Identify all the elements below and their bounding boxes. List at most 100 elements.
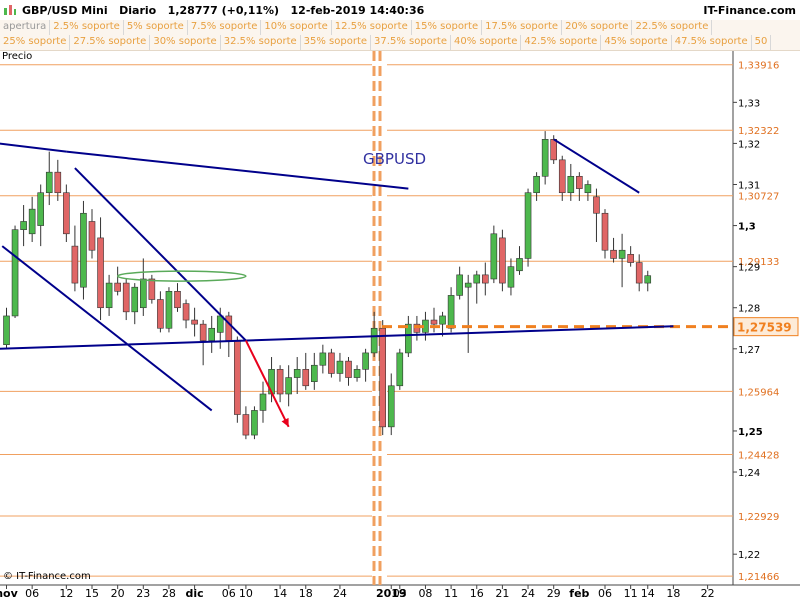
candle-body[interactable] (208, 327, 215, 341)
candle-body[interactable] (558, 159, 566, 194)
candle-body[interactable] (165, 290, 173, 329)
candle-body[interactable] (576, 175, 583, 189)
date-tick-label: 08 (418, 587, 432, 600)
candle-body[interactable] (370, 327, 378, 354)
candle-body[interactable] (490, 233, 498, 280)
candle-body[interactable] (507, 266, 515, 288)
candle-body[interactable] (584, 184, 592, 194)
date-tick-label: 14 (273, 587, 287, 600)
date-tick-label: 18 (666, 587, 680, 600)
candle-body[interactable] (199, 323, 207, 341)
candle-body[interactable] (80, 212, 87, 288)
candle-body[interactable] (618, 249, 626, 259)
candle-body[interactable] (533, 175, 540, 194)
candle-body[interactable] (405, 323, 412, 354)
date-tick-label: 10 (239, 587, 253, 600)
price-tick-label: 1,24 (738, 468, 760, 479)
date-tick-label: 24 (333, 587, 347, 600)
candle-body[interactable] (396, 352, 404, 387)
candle-body[interactable] (225, 315, 233, 341)
candle-body[interactable] (131, 286, 139, 313)
candle-body[interactable] (567, 175, 575, 194)
date-tick-label: 20 (111, 587, 125, 600)
trendline[interactable] (0, 325, 674, 350)
candle-body[interactable] (251, 410, 258, 436)
date-tick-label: 29 (547, 587, 561, 600)
candle-body[interactable] (242, 414, 250, 436)
candle-body[interactable] (97, 237, 104, 309)
candle-body[interactable] (524, 192, 532, 259)
candle-body[interactable] (362, 352, 369, 370)
level-label: 1,24428 (738, 450, 779, 461)
candle-body[interactable] (114, 282, 121, 292)
candle-body[interactable] (285, 377, 292, 395)
candle-body[interactable] (174, 290, 181, 309)
date-tick-label: dic (186, 587, 204, 600)
candle-body[interactable] (54, 171, 62, 194)
candle-body[interactable] (234, 340, 241, 415)
candle-body[interactable] (140, 278, 147, 309)
trendline[interactable] (0, 142, 67, 153)
candle-body[interactable] (3, 315, 10, 346)
price-tick-label: 1,27 (738, 345, 760, 356)
candle-body[interactable] (71, 245, 79, 284)
candle-body[interactable] (11, 229, 19, 317)
candle-body[interactable] (191, 319, 198, 325)
price-tick-label: 1,28 (738, 304, 760, 315)
candle-body[interactable] (122, 282, 130, 313)
trendline[interactable] (553, 138, 640, 194)
candle-body[interactable] (105, 282, 113, 309)
candlestick-chart[interactable]: 1,339161,323221,307271,291331,259641,244… (0, 0, 800, 600)
date-tick-label: 12 (59, 587, 73, 600)
candle-body[interactable] (387, 385, 395, 428)
candle-body[interactable] (45, 171, 53, 194)
candle-body[interactable] (157, 299, 164, 329)
candle-body[interactable] (20, 221, 27, 230)
candle-body[interactable] (601, 212, 609, 251)
candle-body[interactable] (464, 282, 472, 288)
date-tick-label: 24 (521, 587, 535, 600)
candle-body[interactable] (610, 249, 617, 259)
candle-body[interactable] (447, 295, 455, 329)
candle-body[interactable] (276, 369, 284, 395)
candle-body[interactable] (148, 278, 156, 300)
candle-body[interactable] (516, 258, 523, 272)
candle-body[interactable] (293, 369, 301, 378)
candle-body[interactable] (302, 369, 310, 387)
candle-body[interactable] (456, 274, 463, 296)
candle-body[interactable] (473, 274, 481, 284)
candle-body[interactable] (63, 192, 70, 235)
watermark: © IT-Finance.com (3, 571, 91, 582)
date-tick-label: 16 (470, 587, 484, 600)
trendline[interactable] (66, 150, 409, 190)
candle-body[interactable] (37, 192, 45, 226)
candle-body[interactable] (216, 315, 224, 333)
candle-body[interactable] (644, 275, 652, 284)
candle-body[interactable] (319, 352, 327, 366)
date-tick-label: feb (569, 587, 589, 600)
candle-body[interactable] (353, 369, 361, 378)
candle-body[interactable] (310, 364, 318, 382)
candle-body[interactable] (259, 393, 267, 411)
candle-body[interactable] (336, 360, 344, 374)
date-tick-label: 14 (641, 587, 655, 600)
candle-body[interactable] (328, 352, 335, 374)
candle-body[interactable] (88, 221, 96, 251)
date-tick-label: 22 (701, 587, 715, 600)
candle-body[interactable] (430, 319, 438, 325)
candle-body[interactable] (635, 262, 643, 284)
candle-body[interactable] (499, 237, 506, 284)
price-tick-label: 1,25 (738, 427, 763, 438)
candle-body[interactable] (593, 196, 600, 214)
candle-body[interactable] (550, 139, 558, 161)
candle-body[interactable] (28, 208, 36, 235)
level-label: 1,21466 (738, 572, 779, 583)
candle-body[interactable] (541, 139, 549, 177)
candle-body[interactable] (439, 315, 446, 325)
candle-body[interactable] (379, 327, 387, 428)
candle-body[interactable] (627, 254, 634, 263)
candle-body[interactable] (481, 274, 489, 284)
candle-body[interactable] (345, 360, 352, 378)
date-tick-label: 23 (136, 587, 150, 600)
candle-body[interactable] (182, 303, 190, 321)
